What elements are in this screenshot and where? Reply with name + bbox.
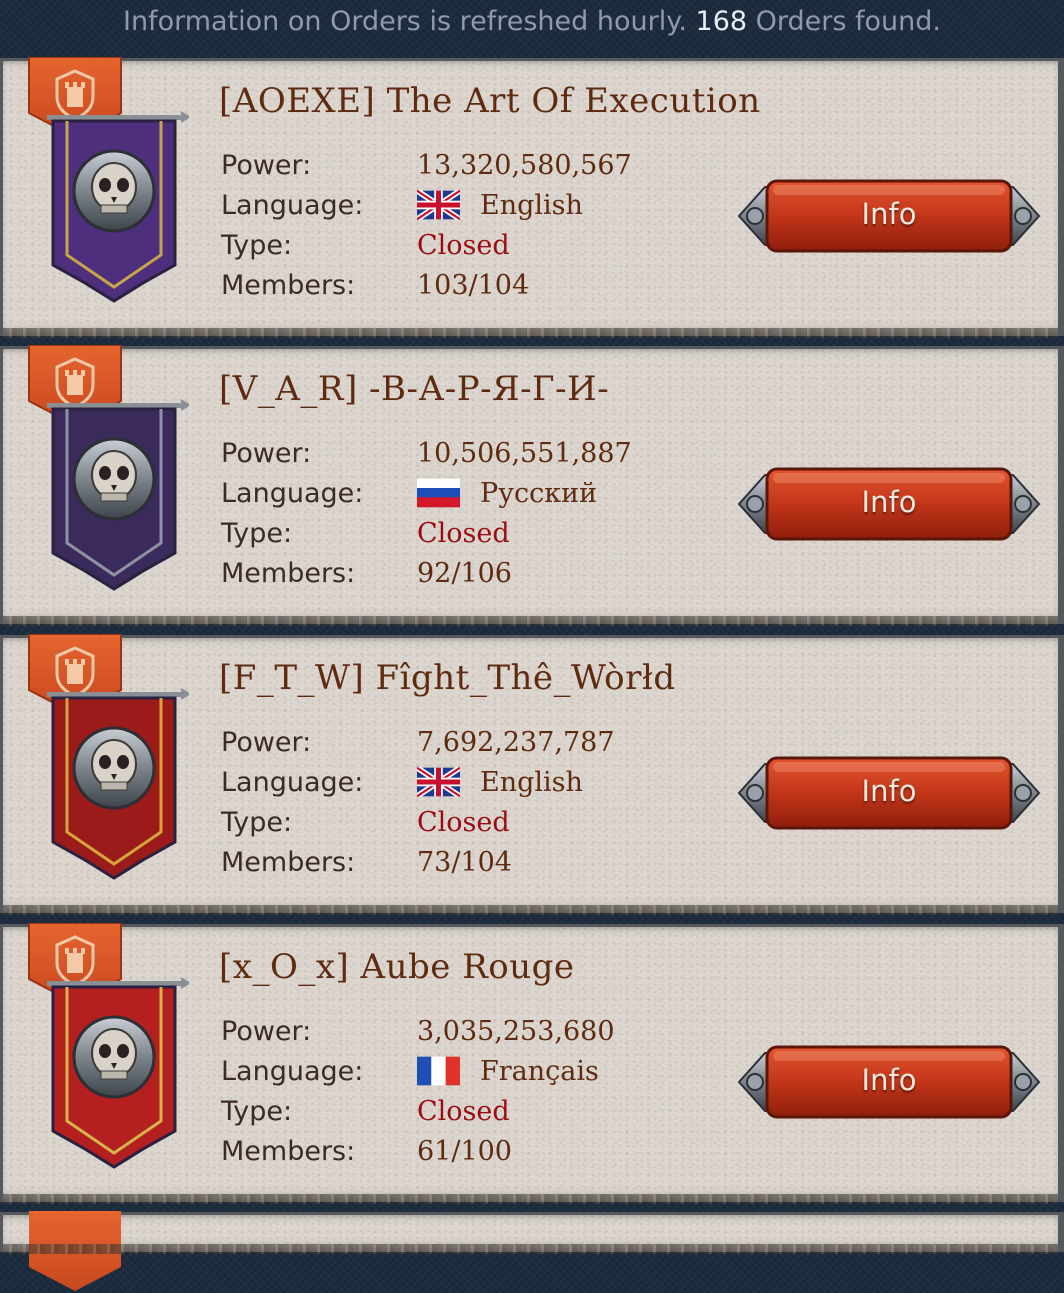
language-label: Language: (221, 1055, 364, 1087)
uk-flag-icon (415, 188, 462, 222)
language-value: Français (480, 1055, 599, 1087)
type-row: Type: Closed (221, 513, 691, 553)
members-label: Members: (221, 846, 356, 878)
info-button-label: Info (861, 774, 917, 808)
power-value: 7,692,237,787 (417, 726, 615, 758)
language-value-wrap: English (415, 188, 583, 222)
russia-flag-icon (417, 478, 460, 508)
members-label: Members: (221, 269, 356, 301)
order-name: [AOEXE] The Art Of Execution (219, 81, 761, 121)
language-label: Language: (221, 477, 364, 509)
info-button[interactable]: Info (735, 1039, 1043, 1125)
france-flag-icon (417, 1056, 460, 1086)
order-stats: Power: 10,506,551,887 Language: Русский … (221, 433, 691, 593)
power-value: 3,035,253,680 (417, 1015, 615, 1047)
type-label: Type: (221, 1095, 293, 1127)
type-value: Closed (417, 229, 510, 261)
order-card: [AOEXE] The Art Of Execution Power: 13,3… (0, 57, 1064, 338)
order-card: [x_O_x] Aube Rouge Power: 3,035,253,680 … (0, 923, 1064, 1204)
orders-found-text: Orders found. (755, 6, 942, 37)
language-value-wrap: Русский (417, 478, 597, 509)
language-value: English (480, 766, 583, 798)
language-row: Language: English (221, 185, 691, 225)
language-value-wrap: English (415, 765, 583, 799)
language-value: Русский (480, 477, 598, 509)
order-name: [x_O_x] Aube Rouge (219, 947, 575, 987)
uk-flag-icon (415, 765, 462, 799)
members-row: Members: 61/100 (221, 1131, 691, 1171)
type-value: Closed (417, 806, 510, 838)
helmet-crest-icon (47, 977, 189, 1169)
language-row: Language: Русский (221, 473, 691, 513)
order-stats: Power: 13,320,580,567 Language: English … (221, 145, 691, 305)
orders-count: 168 (695, 6, 748, 37)
info-button[interactable]: Info (735, 750, 1043, 836)
power-label: Power: (221, 149, 312, 181)
order-card: [V_A_R] -В-А-Р-Я-Г-И- Power: 10,506,551,… (0, 345, 1064, 626)
members-row: Members: 92/106 (221, 553, 691, 593)
language-label: Language: (221, 189, 364, 221)
order-stats: Power: 7,692,237,787 Language: English T… (221, 722, 691, 882)
type-label: Type: (221, 806, 293, 838)
castle-tab-icon (29, 1211, 121, 1291)
members-label: Members: (221, 557, 356, 589)
power-value: 10,506,551,887 (417, 437, 632, 469)
order-card-partial (0, 1211, 1064, 1291)
power-row: Power: 13,320,580,567 (221, 145, 691, 185)
language-value: English (480, 189, 583, 221)
members-value: 61/100 (417, 1135, 512, 1167)
type-label: Type: (221, 517, 293, 549)
type-value: Closed (417, 517, 510, 549)
info-button-label: Info (861, 197, 917, 231)
power-row: Power: 10,506,551,887 (221, 433, 691, 473)
power-row: Power: 3,035,253,680 (221, 1011, 691, 1051)
info-button[interactable]: Info (735, 461, 1043, 547)
order-stats: Power: 3,035,253,680 Language: Français … (221, 1011, 691, 1171)
type-row: Type: Closed (221, 225, 691, 265)
members-value: 103/104 (417, 269, 530, 301)
info-button[interactable]: Info (735, 173, 1043, 259)
power-value: 13,320,580,567 (417, 149, 632, 181)
order-card: [F_T_W] Fîght_Thê_Wòrłd Power: 7,692,237… (0, 634, 1064, 915)
members-row: Members: 73/104 (221, 842, 691, 882)
type-label: Type: (221, 229, 293, 261)
language-row: Language: English (221, 762, 691, 802)
skull-crest-icon (47, 111, 189, 303)
type-row: Type: Closed (221, 802, 691, 842)
power-label: Power: (221, 726, 312, 758)
members-value: 92/106 (417, 557, 512, 589)
members-label: Members: (221, 1135, 356, 1167)
wolf-crest-icon (47, 399, 189, 591)
type-value: Closed (417, 1095, 510, 1127)
horned-skull-crest-icon (47, 688, 189, 880)
type-row: Type: Closed (221, 1091, 691, 1131)
power-label: Power: (221, 1015, 312, 1047)
language-label: Language: (221, 766, 364, 798)
power-row: Power: 7,692,237,787 (221, 722, 691, 762)
order-name: [F_T_W] Fîght_Thê_Wòrłd (219, 658, 676, 698)
members-row: Members: 103/104 (221, 265, 691, 305)
order-name: [V_A_R] -В-А-Р-Я-Г-И- (219, 369, 610, 409)
members-value: 73/104 (417, 846, 512, 878)
language-value-wrap: Français (417, 1056, 599, 1087)
power-label: Power: (221, 437, 312, 469)
orders-info-bar: Information on Orders is refreshed hourl… (0, 0, 1064, 48)
refresh-info-text: Information on Orders is refreshed hourl… (122, 6, 687, 37)
info-button-label: Info (861, 485, 917, 519)
language-row: Language: Français (221, 1051, 691, 1091)
info-button-label: Info (861, 1063, 917, 1097)
